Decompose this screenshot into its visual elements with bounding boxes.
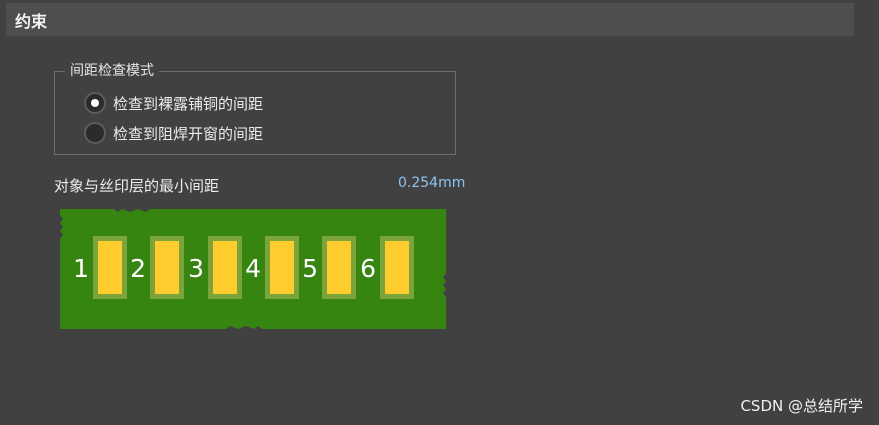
pad-number-label: 5: [302, 254, 318, 283]
silkscreen-clearance-illustration: 1 2 3 4 5 6: [60, 209, 446, 329]
pad-1-copper: [98, 241, 122, 294]
radio-label-exposed-copper: 检查到裸露铺铜的间距: [113, 94, 264, 113]
radio-button-checked[interactable]: [84, 92, 106, 114]
pad-number-label: 6: [360, 254, 376, 283]
min-clearance-label: 对象与丝印层的最小间距: [54, 177, 220, 195]
radio-option-solder-mask-opening[interactable]: 检查到阻焊开窗的间距: [84, 122, 263, 144]
min-clearance-value[interactable]: 0.254mm: [398, 175, 465, 191]
spacing-mode-legend: 间距检查模式: [65, 61, 159, 81]
pad-3-copper: [213, 241, 237, 294]
pad-2-copper: [155, 241, 179, 294]
pad-number-label: 3: [188, 254, 204, 283]
pad-number-label: 4: [245, 254, 261, 283]
pad-5-copper: [327, 241, 351, 294]
section-title: 约束: [15, 11, 48, 31]
pad-6-copper: [385, 241, 409, 294]
watermark-text: CSDN @总结所学: [740, 397, 863, 415]
radio-option-exposed-copper[interactable]: 检查到裸露铺铜的间距: [84, 92, 263, 114]
pad-number-label: 2: [130, 254, 146, 283]
radio-label-solder-mask-opening: 检查到阻焊开窗的间距: [113, 124, 264, 143]
pad-4-copper: [270, 241, 294, 294]
pad-number-label: 1: [73, 254, 89, 283]
radio-button-unchecked[interactable]: [84, 122, 106, 144]
spacing-mode-groupbox: 间距检查模式 检查到裸露铺铜的间距 检查到阻焊开窗的间距: [54, 61, 456, 155]
constraints-section-header: 约束: [6, 3, 854, 36]
